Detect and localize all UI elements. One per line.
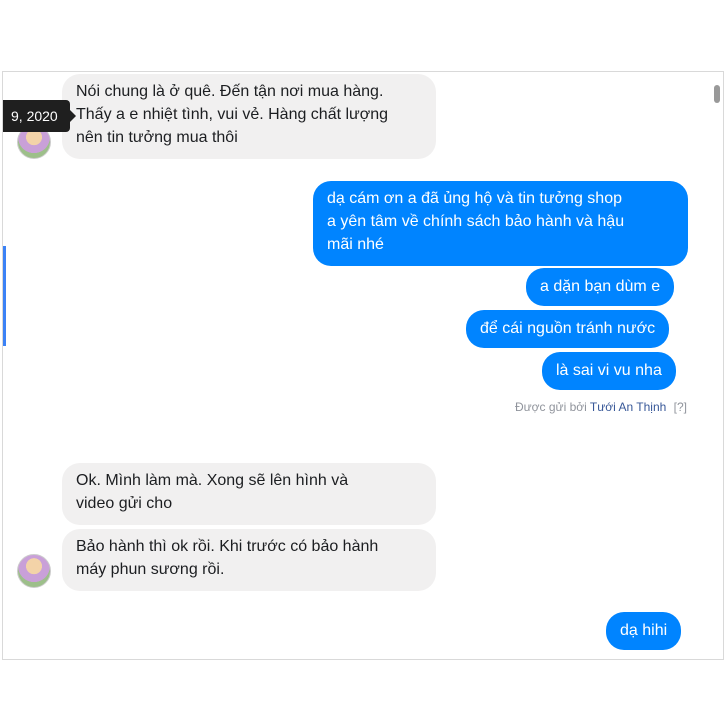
message-line: Ok. Mình làm mà. Xong sẽ lên hình và [76, 472, 349, 489]
sent-by-note: Được gửi bởi Tưới An Thịnh [?] [515, 400, 687, 414]
window-edge-accent [3, 246, 6, 346]
scrollbar-thumb[interactable] [714, 85, 720, 103]
outgoing-message: để cái nguồn tránh nước [466, 310, 670, 348]
help-link[interactable]: [?] [674, 400, 687, 414]
message-line: nên tin tưởng mua thôi [76, 129, 238, 146]
avatar[interactable] [17, 554, 51, 588]
incoming-message: Bảo hành thì ok rồi. Khi trước có bảo hà… [62, 529, 436, 591]
incoming-message: Ok. Mình làm mà. Xong sẽ lên hình và vid… [62, 463, 436, 525]
message-line: video gửi cho [76, 495, 173, 512]
outgoing-message: dạ cám ơn a đã ủng hộ và tin tưởng shop … [313, 181, 688, 266]
message-line: Thấy a e nhiệt tình, vui vẻ. Hàng chất l… [76, 106, 389, 123]
chat-window: Nói chung là ở quê. Đến tận nơi mua hàng… [2, 71, 724, 660]
outgoing-message: là sai vi vu nha [542, 352, 676, 390]
timestamp-tooltip: 9, 2020 [3, 100, 76, 132]
sent-by-name[interactable]: Tưới An Thịnh [590, 400, 666, 414]
incoming-message: Nói chung là ở quê. Đến tận nơi mua hàng… [62, 74, 436, 159]
message-line: a yên tâm về chính sách bảo hành và hậu [327, 213, 625, 230]
message-line: Bảo hành thì ok rồi. Khi trước có bảo hà… [76, 538, 379, 555]
outgoing-message: dạ hihi [606, 612, 682, 650]
outgoing-message: a dặn bạn dùm e [526, 268, 675, 306]
message-line: máy phun sương rồi. [76, 561, 225, 578]
message-line: Nói chung là ở quê. Đến tận nơi mua hàng… [76, 83, 384, 100]
message-line: mãi nhé [327, 236, 384, 253]
message-line: dạ cám ơn a đã ủng hộ và tin tưởng shop [327, 190, 622, 207]
sent-by-prefix: Được gửi bởi [514, 400, 587, 414]
